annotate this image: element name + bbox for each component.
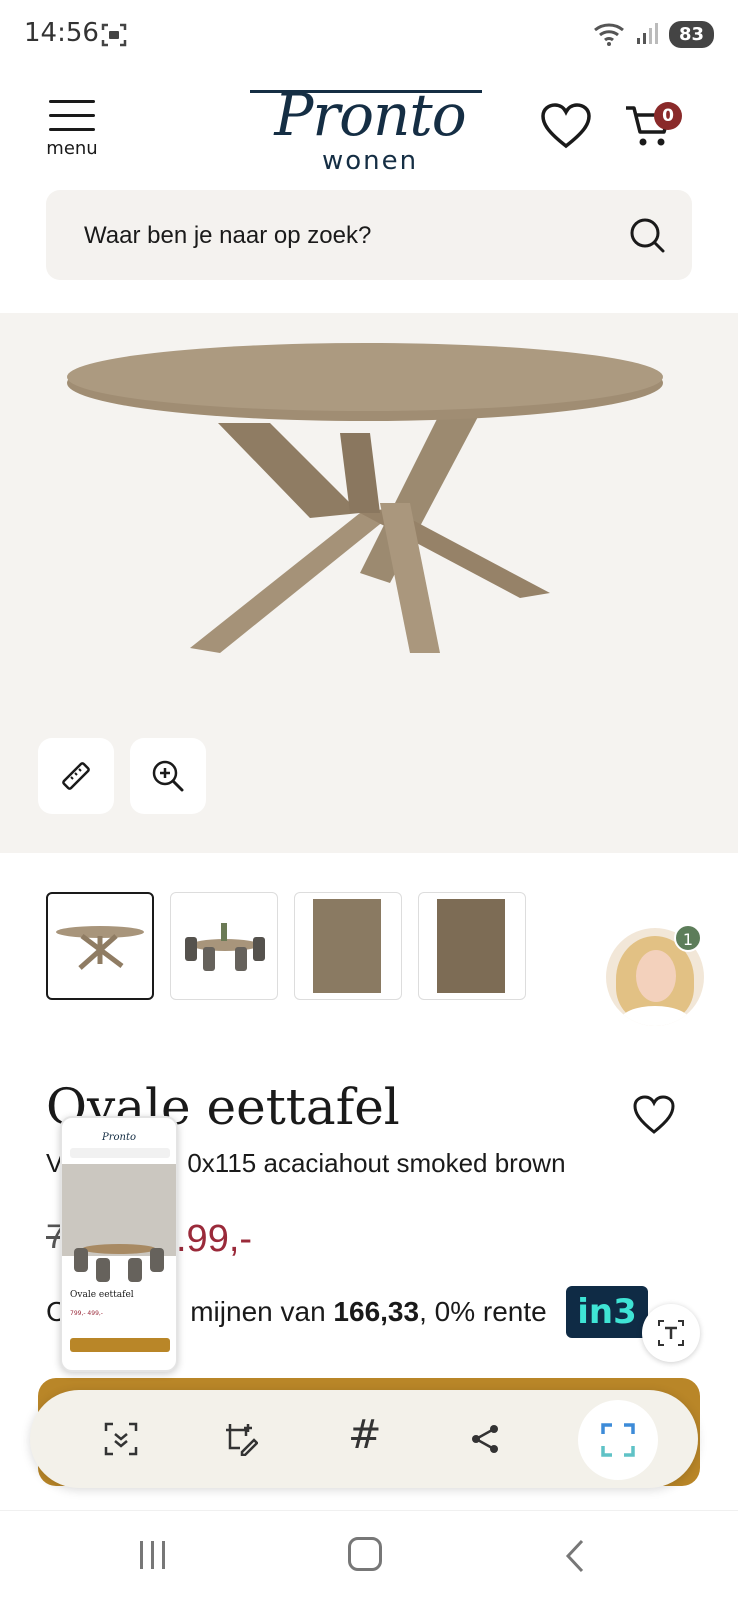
screenshot-icon	[101, 23, 127, 47]
tag-hashtag-button[interactable]: #	[348, 1412, 382, 1458]
edit-screenshot-button[interactable]	[216, 1414, 266, 1464]
recent-apps-icon[interactable]	[140, 1541, 180, 1573]
product-image-oval-table	[67, 343, 663, 653]
share-button[interactable]	[460, 1414, 510, 1464]
back-icon[interactable]	[560, 1537, 590, 1575]
wifi-icon	[593, 23, 624, 46]
thumbnail-wood-detail[interactable]	[294, 892, 402, 1000]
avatar-face	[636, 950, 676, 1002]
search-icon[interactable]	[628, 216, 666, 254]
text-extract-icon	[658, 1320, 684, 1346]
zoom-in-icon	[152, 760, 184, 792]
zoom-button[interactable]	[130, 738, 206, 814]
preview-photo	[62, 1164, 176, 1282]
pronto-wonen-logo[interactable]: Pronto wonen	[250, 80, 490, 176]
sale-price: .99,-	[176, 1218, 253, 1260]
preview-logo: Pronto	[102, 1132, 137, 1143]
thumbnail-table[interactable]	[46, 892, 154, 1000]
wood-detail-image	[313, 899, 381, 993]
preview-chair	[150, 1248, 164, 1272]
preview-cta	[70, 1338, 170, 1352]
preview-chair	[74, 1248, 88, 1272]
cart-count-badge: 0	[654, 102, 682, 130]
screenshot-toolbar: #	[30, 1390, 698, 1488]
wishlist-heart-icon[interactable]	[540, 102, 592, 150]
thumbnail-wood-texture[interactable]	[418, 892, 526, 1000]
subtitle-right: 0x115 acaciahout smoked brown	[187, 1148, 566, 1178]
thumbnail-dining-set[interactable]	[170, 892, 278, 1000]
home-icon[interactable]	[348, 1537, 382, 1571]
status-bar: 14:56 83	[0, 0, 738, 70]
thumbnail-strip	[46, 892, 526, 1000]
menu-label: menu	[46, 138, 98, 159]
site-header: menu Pronto wonen 0	[0, 80, 738, 180]
chat-notification-badge: 1	[674, 924, 702, 952]
system-navigation-bar	[0, 1510, 738, 1600]
scroll-capture-button[interactable]	[96, 1414, 146, 1464]
battery-icon: 83	[668, 20, 714, 48]
status-icons: 83	[593, 20, 714, 48]
status-time: 14:56	[24, 18, 99, 48]
dimensions-button[interactable]	[38, 738, 114, 814]
logo-sub-text: wonen	[321, 146, 419, 176]
share-icon	[472, 1425, 498, 1453]
wood-texture-image	[437, 899, 505, 993]
preview-chair	[128, 1258, 142, 1282]
table-thumbnail-image	[56, 926, 144, 970]
preview-price: 799,- 499,-	[70, 1310, 103, 1317]
preview-table	[82, 1244, 156, 1254]
product-image-gallery[interactable]	[0, 313, 738, 853]
preview-chair	[96, 1258, 110, 1282]
smart-select-icon	[601, 1423, 635, 1457]
cart-button[interactable]: 0	[624, 100, 682, 156]
product-wishlist-heart-icon[interactable]	[632, 1094, 676, 1136]
ruler-icon	[62, 762, 90, 790]
installment-amount: 166,33	[333, 1296, 420, 1327]
scroll-capture-icon	[104, 1422, 138, 1456]
preview-title: Ovale eettafel	[70, 1290, 134, 1300]
dining-set-thumbnail-image	[185, 923, 265, 971]
screenshot-preview-thumbnail[interactable]: Pronto Ovale eettafel 799,- 499,-	[60, 1116, 178, 1372]
logo-line	[250, 90, 482, 93]
signal-icon	[636, 23, 658, 44]
preview-search	[70, 1148, 170, 1158]
search-input[interactable]: Waar ben je naar op zoek?	[46, 190, 692, 280]
smart-select-button[interactable]	[578, 1400, 658, 1480]
installment-suffix: , 0% rente	[419, 1296, 547, 1327]
search-placeholder: Waar ben je naar op zoek?	[84, 222, 372, 249]
hamburger-icon	[44, 100, 100, 131]
menu-button[interactable]: menu	[44, 100, 100, 164]
installment-mid: mijnen van	[190, 1296, 326, 1327]
text-extract-button[interactable]	[642, 1304, 700, 1362]
in3-payment-logo: in3	[566, 1286, 648, 1338]
crop-draw-icon	[226, 1424, 258, 1456]
